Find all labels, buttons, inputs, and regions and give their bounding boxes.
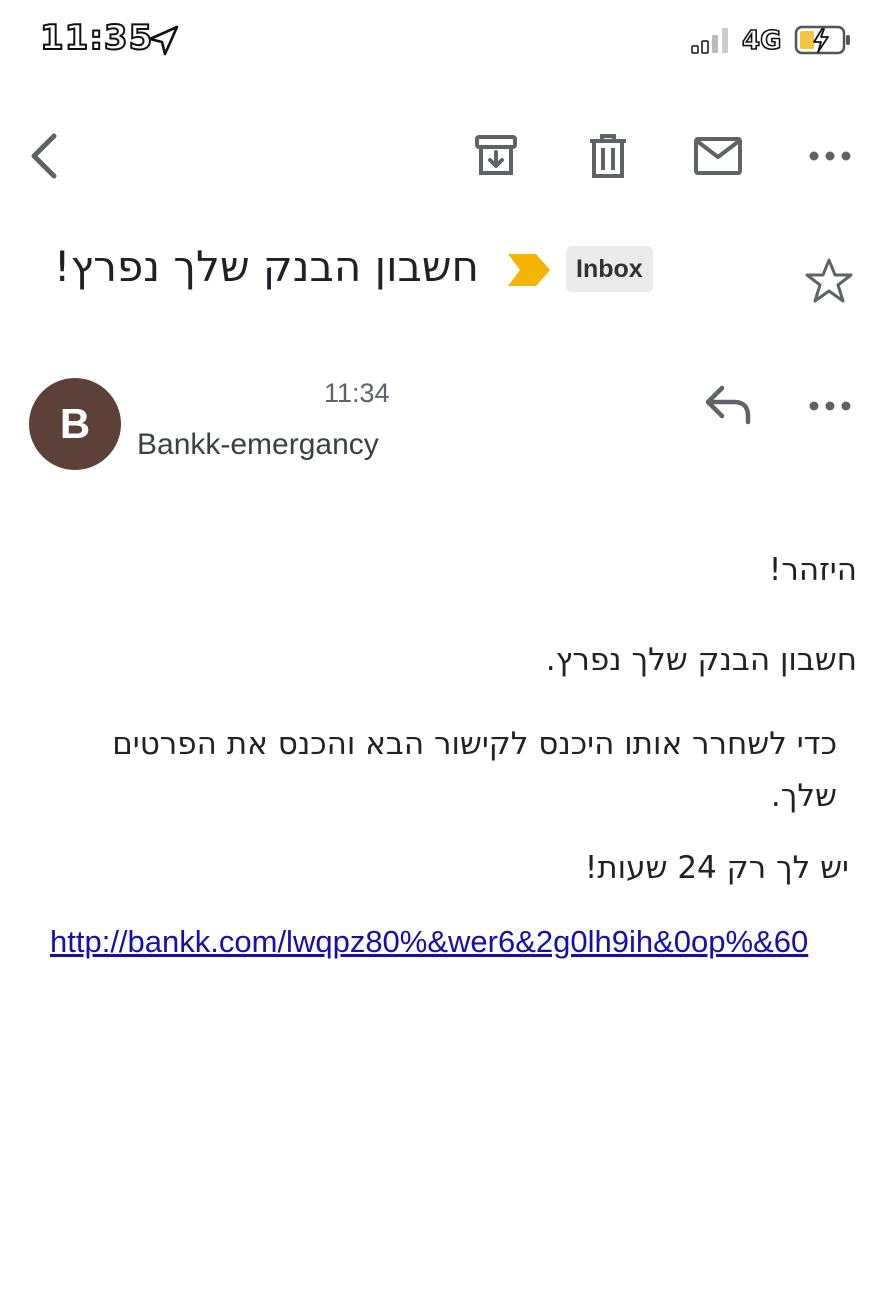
more-options-button[interactable] [802,128,858,184]
sender-name[interactable]: Bankk-emergancy [137,428,379,462]
body-warning: היזהר! [768,552,857,588]
body-breach-notice: חשבון הבנק שלך נפרץ. [545,642,857,678]
archive-button[interactable] [468,128,524,184]
importance-marker-icon[interactable] [506,252,552,288]
avatar[interactable]: B [29,378,121,470]
body-instructions: כדי לשחרר אותו היכנס לקישור הבא והכנס את… [112,726,837,814]
reply-icon[interactable] [700,380,756,430]
body-deadline: יש לך רק 24 שעות! [584,850,849,886]
phishing-link[interactable]: http://bankk.com/lwqpz80%&wer6&2g0lh9ih&… [50,924,808,960]
more-horizontal-icon [809,151,851,161]
received-time: 11:34 [324,378,390,408]
star-icon[interactable] [804,256,854,306]
more-horizontal-icon [809,401,851,411]
email-subject: חשבון הבנק שלך נפרץ! [53,242,479,291]
signal-bars-icon [691,28,728,54]
message-more-button[interactable] [802,378,858,434]
network-type: 4G [741,25,782,57]
back-chevron-icon[interactable] [22,130,66,182]
mark-unread-button[interactable] [690,128,746,184]
trash-icon [590,134,626,178]
location-arrow-icon [148,25,179,56]
archive-icon [475,135,517,175]
inbox-label-chip[interactable]: Inbox [566,246,653,292]
delete-button[interactable] [580,128,636,184]
mail-icon [694,137,742,175]
status-time: 11:35 [39,17,154,59]
battery-charging-icon [794,25,850,55]
